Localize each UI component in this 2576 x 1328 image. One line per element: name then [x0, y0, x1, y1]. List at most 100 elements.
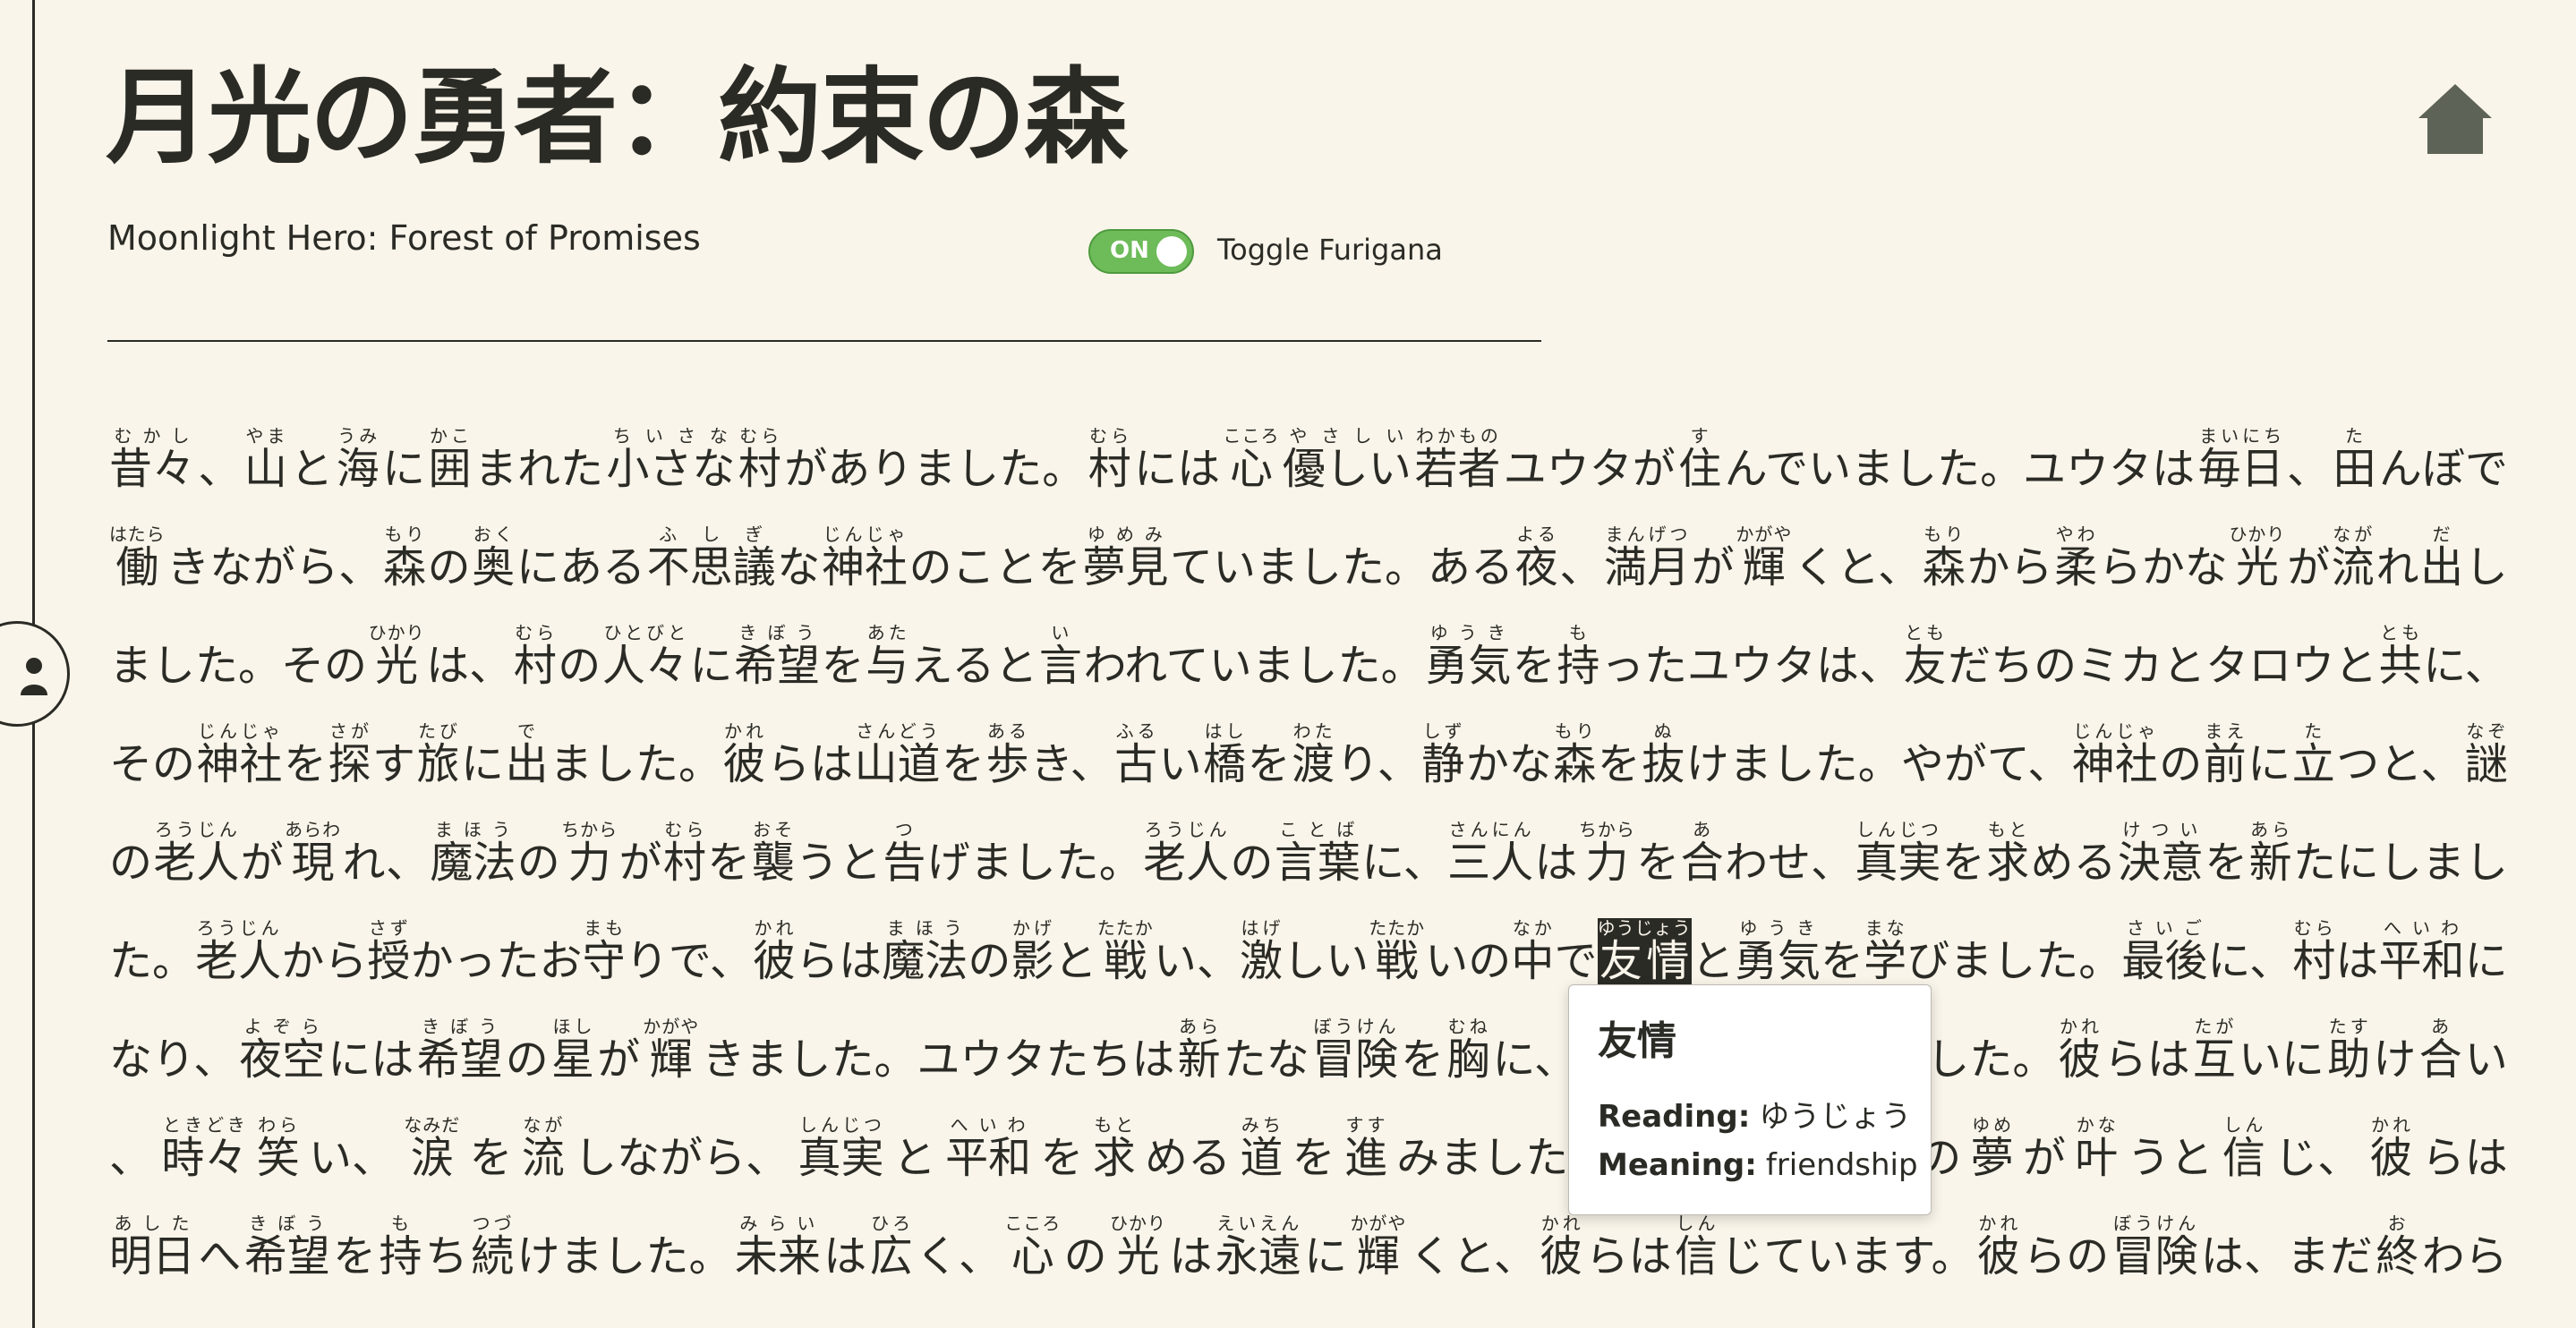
kanji-word[interactable]: 終お — [2376, 1213, 2418, 1287]
kanji-word[interactable]: 田た — [2333, 425, 2376, 499]
kanji-word[interactable]: 渡わた — [1292, 720, 1335, 795]
kanji-word[interactable]: 光ひかり — [1110, 1213, 1166, 1287]
kanji-word[interactable]: 村むら — [514, 622, 557, 696]
kanji-word[interactable]: 夜よる — [1515, 524, 1558, 598]
kanji-word[interactable]: 笑わら — [257, 1114, 300, 1188]
kanji-word[interactable]: 守まも — [583, 917, 626, 992]
kanji-word[interactable]: 橋はし — [1203, 720, 1246, 795]
kanji-word[interactable]: 合あ — [2419, 1016, 2462, 1090]
kanji-word[interactable]: 希望きぼう — [417, 1016, 503, 1090]
kanji-word[interactable]: 永遠えいえん — [1215, 1213, 1301, 1287]
kanji-word[interactable]: 時々ときどき — [161, 1114, 247, 1188]
kanji-word[interactable]: 囲かこ — [429, 425, 472, 499]
kanji-word[interactable]: 彼かれ — [1977, 1213, 2020, 1287]
kanji-word[interactable]: 奥おく — [472, 524, 515, 598]
kanji-word[interactable]: 村むら — [663, 819, 706, 893]
kanji-word[interactable]: 襲おそ — [752, 819, 795, 893]
kanji-word[interactable]: 住す — [1678, 425, 1721, 499]
kanji-word[interactable]: 新あら — [2249, 819, 2292, 893]
kanji-word[interactable]: 胸むね — [1446, 1016, 1489, 1090]
kanji-word[interactable]: 探さが — [328, 720, 371, 795]
kanji-word[interactable]: 不思議ふしぎ — [647, 524, 776, 598]
kanji-word[interactable]: 老人ろうじん — [1143, 819, 1229, 893]
kanji-word[interactable]: 輝かがや — [1736, 524, 1792, 598]
kanji-word[interactable]: 学まな — [1864, 917, 1906, 992]
kanji-word[interactable]: 静しず — [1421, 720, 1464, 795]
kanji-word[interactable]: 神社じんじゃ — [822, 524, 908, 598]
kanji-word[interactable]: 力ちから — [1579, 819, 1635, 893]
kanji-word[interactable]: 言い — [1039, 622, 1082, 696]
kanji-word[interactable]: 流なが — [2332, 524, 2375, 598]
kanji-word[interactable]: 働はたら — [109, 524, 166, 598]
kanji-word[interactable]: 村むら — [2292, 917, 2335, 992]
kanji-word[interactable]: 求もと — [1986, 819, 2029, 893]
kanji-word[interactable]: 老人ろうじん — [195, 917, 281, 992]
kanji-word[interactable]: 続つづ — [471, 1213, 514, 1287]
kanji-word[interactable]: 旅たび — [417, 720, 460, 795]
kanji-word[interactable]: 道みち — [1240, 1114, 1283, 1188]
kanji-word[interactable]: 未来みらい — [735, 1213, 821, 1287]
kanji-word[interactable]: 前まえ — [2204, 720, 2247, 795]
kanji-word[interactable]: 与あた — [866, 622, 908, 696]
kanji-word[interactable]: 古ふる — [1114, 720, 1157, 795]
kanji-word[interactable]: 叶かな — [2075, 1114, 2118, 1188]
kanji-word[interactable]: 現あらわ — [285, 819, 341, 893]
kanji-word[interactable]: 互たが — [2193, 1016, 2236, 1090]
kanji-word[interactable]: 彼かれ — [2369, 1114, 2412, 1188]
kanji-word[interactable]: 平和へいわ — [945, 1114, 1031, 1188]
kanji-word[interactable]: 優しいやさしい — [1283, 425, 1412, 499]
profile-tab[interactable] — [0, 621, 70, 727]
kanji-word[interactable]: 冒険ぼうけん — [2112, 1213, 2198, 1287]
kanji-word[interactable]: 決意けつい — [2118, 819, 2204, 893]
kanji-word[interactable]: 夢ゆめ — [1971, 1114, 2014, 1188]
kanji-word[interactable]: 彼かれ — [1540, 1213, 1582, 1287]
kanji-word[interactable]: 勇気ゆうき — [1425, 622, 1511, 696]
kanji-word[interactable]: 輝かがや — [643, 1016, 699, 1090]
kanji-word[interactable]: 星ほし — [551, 1016, 594, 1090]
kanji-word[interactable]: 村むら — [738, 425, 781, 499]
home-icon[interactable] — [2417, 82, 2494, 156]
kanji-word[interactable]: 昔々むかし — [109, 425, 195, 499]
kanji-word[interactable]: 立た — [2292, 720, 2335, 795]
kanji-word[interactable]: 歩ある — [986, 720, 1029, 795]
kanji-word[interactable]: 三人さんにん — [1447, 819, 1533, 893]
kanji-word[interactable]: 光ひかり — [2229, 524, 2285, 598]
kanji-word[interactable]: 小さなちいさな — [606, 425, 735, 499]
kanji-word[interactable]: 夢見ゆめみ — [1082, 524, 1168, 598]
kanji-word[interactable]: 最後さいご — [2121, 917, 2207, 992]
kanji-word[interactable]: 彼かれ — [2059, 1016, 2102, 1090]
kanji-word[interactable]: 戦たたか — [1097, 917, 1154, 992]
kanji-word[interactable]: 村むら — [1088, 425, 1131, 499]
kanji-word[interactable]: 信しん — [1675, 1213, 1718, 1287]
kanji-word[interactable]: 希望きぼう — [244, 1213, 330, 1287]
kanji-word[interactable]: 影かげ — [1011, 917, 1053, 992]
kanji-word[interactable]: 告つ — [883, 819, 925, 893]
kanji-word[interactable]: 光ひかり — [369, 622, 425, 696]
kanji-word[interactable]: 心こころ — [1223, 425, 1279, 499]
kanji-word[interactable]: 抜ぬ — [1642, 720, 1685, 795]
kanji-word[interactable]: 神社じんじゃ — [197, 720, 283, 795]
kanji-word[interactable]: 出で — [506, 720, 549, 795]
kanji-word[interactable]: 持も — [379, 1213, 422, 1287]
kanji-word[interactable]: 明日あした — [109, 1213, 195, 1287]
kanji-word[interactable]: 海うみ — [337, 425, 380, 499]
kanji-word[interactable]: 希望きぼう — [734, 622, 820, 696]
kanji-word[interactable]: 山道さんどう — [855, 720, 941, 795]
kanji-word[interactable]: 冒険ぼうけん — [1312, 1016, 1398, 1090]
kanji-word[interactable]: 出だ — [2420, 524, 2463, 598]
kanji-word[interactable]: 毎日まいにち — [2198, 425, 2284, 499]
kanji-word[interactable]: 真実しんじつ — [798, 1114, 883, 1188]
kanji-word[interactable]: 進すす — [1344, 1114, 1387, 1188]
kanji-word[interactable]: 中なか — [1511, 917, 1554, 992]
kanji-word[interactable]: 森もり — [383, 524, 426, 598]
kanji-word[interactable]: 共とも — [2379, 622, 2422, 696]
kanji-word[interactable]: 彼かれ — [753, 917, 796, 992]
kanji-word[interactable]: 流なが — [522, 1114, 565, 1188]
kanji-word[interactable]: 山やま — [244, 425, 287, 499]
kanji-word[interactable]: 力ちから — [561, 819, 618, 893]
kanji-word[interactable]: 森もり — [1553, 720, 1596, 795]
furigana-toggle[interactable]: ON — [1088, 229, 1194, 274]
kanji-word[interactable]: 若者わかもの — [1414, 425, 1500, 499]
kanji-word[interactable]: 老人ろうじん — [153, 819, 239, 893]
kanji-word[interactable]: 勇気ゆうき — [1735, 917, 1821, 992]
